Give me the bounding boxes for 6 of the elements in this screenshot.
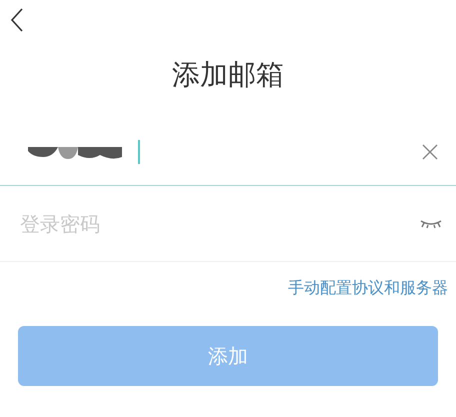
closed-eye-icon[interactable] [420,218,442,228]
page-title: 添加邮箱 [172,57,284,93]
back-icon[interactable] [10,7,24,33]
clear-icon[interactable] [422,144,438,160]
text-cursor [138,140,140,164]
manual-config-link[interactable]: 手动配置协议和服务器 [288,276,448,300]
